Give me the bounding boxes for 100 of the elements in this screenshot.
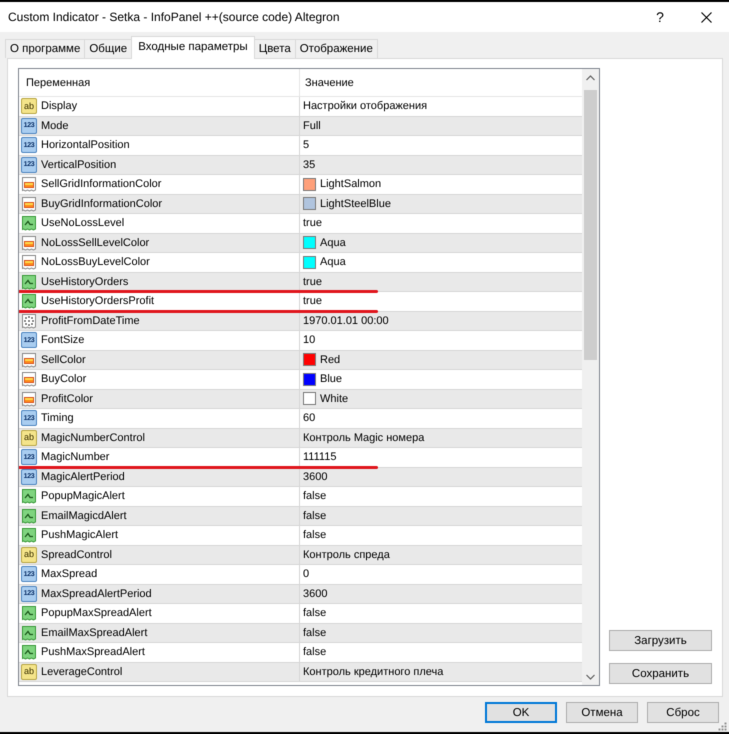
help-button[interactable]: ? (637, 2, 683, 32)
parameter-value: true (303, 276, 322, 288)
table-row[interactable]: PushMaxSpreadAlert false (19, 643, 582, 662)
parameter-name: NoLossSellLevelColor (41, 236, 150, 249)
ab-tile-icon: ab (21, 430, 37, 446)
table-row[interactable]: ab LeverageControl Контроль кредитного плеча (19, 662, 582, 682)
color-bar-icon (21, 176, 37, 192)
parameter-value: false (303, 490, 326, 502)
color-bar-icon (21, 254, 37, 270)
parameter-name: FontSize (41, 334, 84, 346)
parameter-value: Full (303, 120, 321, 132)
parameter-value: 1970.01.01 00:00 (303, 314, 389, 327)
table-row[interactable]: PopupMaxSpreadAlert false (19, 604, 582, 624)
parameter-name: MagicNumber (41, 451, 110, 464)
parameter-value: Контроль спреда (303, 548, 390, 561)
parameter-name: UseHistoryOrders (41, 276, 128, 288)
dialog-button[interactable]: Отмена (566, 702, 638, 723)
color-bar-icon (21, 390, 37, 407)
parameter-name: Timing (41, 412, 74, 424)
parameter-value: false (303, 529, 326, 542)
color-bar-icon (21, 352, 37, 368)
zigzag-tile-icon (21, 293, 37, 310)
parameter-name: PushMaxSpreadAlert (41, 646, 145, 658)
color-bar-icon (21, 371, 37, 388)
parameter-name: EmailMagicdAlert (41, 510, 127, 522)
parameter-value: Контроль Magic номера (303, 432, 424, 444)
table-row[interactable]: NoLossSellLevelColor Aqua (19, 234, 582, 253)
table-row[interactable]: NoLossBuyLevelColor Aqua (19, 253, 582, 272)
color-bar-icon (21, 234, 37, 251)
zigzag-tile-icon (21, 624, 37, 641)
dialog-button[interactable]: OK (485, 702, 557, 723)
parameter-name: BuyColor (41, 373, 86, 386)
table-row[interactable]: ab SpreadControl Контроль спреда (19, 546, 582, 565)
tab[interactable]: Отображение (294, 39, 378, 58)
parameter-name: SellGridInformationColor (41, 178, 162, 190)
parameter-name: NoLossBuyLevelColor (41, 256, 150, 268)
table-row[interactable]: UseNoLossLevel true (19, 214, 582, 234)
parameter-value: 0 (303, 568, 310, 580)
zigzag-tile-icon (21, 215, 37, 232)
parameter-value: false (303, 607, 326, 620)
scrollbar-thumb[interactable] (584, 90, 597, 360)
chevron-down-icon (586, 674, 595, 680)
table-row[interactable]: UseHistoryOrdersProfit true (19, 292, 582, 312)
parameter-value: Aqua (320, 236, 346, 249)
zigzag-tile-icon (21, 527, 37, 544)
table-row[interactable]: SellGridInformationColor LightSalmon (19, 175, 582, 194)
window-title: Custom Indicator - Setka - InfoPanel ++(source code) Altegron (7, 10, 341, 24)
parameter-value: 35 (303, 158, 316, 171)
parameter-value: false (303, 510, 326, 522)
table-row[interactable]: EmailMagicdAlert false (19, 506, 582, 526)
ab-tile-icon: ab (21, 664, 37, 680)
parameter-name: PushMagicAlert (41, 529, 118, 542)
parameter-value: false (303, 626, 326, 639)
table-row[interactable]: ab Display Настройки отображения (19, 97, 582, 116)
parameter-value: Red (320, 354, 340, 366)
parameter-name: BuyGridInformationColor (41, 198, 162, 210)
parameter-name: UseNoLossLevel (41, 217, 124, 230)
tab[interactable]: О программе (5, 39, 86, 58)
column-header[interactable]: Переменная (19, 69, 300, 96)
table-row[interactable]: UseHistoryOrders true (19, 272, 582, 292)
parameter-name: ProfitColor (41, 392, 93, 405)
parameter-value: true (303, 295, 322, 308)
parameter-name: SellColor (41, 354, 86, 366)
side-button[interactable]: Сохранить (609, 663, 712, 684)
table-row[interactable]: ab MagicNumberControl Контроль Magic номера (19, 428, 582, 448)
parameter-value: true (303, 217, 322, 230)
table-row[interactable]: ProfitFromDateTime 1970.01.01 00:00 (19, 312, 582, 331)
color-bar-icon (21, 196, 37, 212)
parameter-value: 3600 (303, 470, 328, 483)
column-header[interactable]: Значение (300, 69, 354, 96)
ab-tile-icon: ab (21, 546, 37, 563)
tab[interactable]: Входные параметры (131, 36, 255, 59)
parameter-value: White (320, 392, 348, 405)
side-button[interactable]: Загрузить (609, 630, 712, 651)
table-row[interactable]: BuyColor Blue (19, 370, 582, 390)
zigzag-tile-icon (21, 508, 37, 524)
parameter-value: 3600 (303, 588, 328, 600)
dialog-button[interactable]: Сброс (647, 702, 719, 723)
parameter-name: Mode (41, 120, 69, 132)
parameter-value: Настройки отображения (303, 100, 428, 112)
parameter-value: false (303, 646, 326, 658)
dotted-grid-icon (21, 312, 37, 329)
parameter-value: 5 (303, 139, 310, 152)
parameter-name: VerticalPosition (41, 158, 116, 171)
parameter-value: LightSalmon (320, 178, 382, 190)
parameter-name: ProfitFromDateTime (41, 314, 140, 327)
ab-tile-icon: ab (21, 98, 37, 114)
table-row[interactable]: EmailMaxSpreadAlert false (19, 624, 582, 643)
table-row[interactable]: PushMagicAlert false (19, 526, 582, 546)
parameter-value: 60 (303, 412, 316, 424)
table-row[interactable]: ProfitColor White (19, 390, 582, 409)
table-row[interactable]: PopupMagicAlert false (19, 487, 582, 506)
table-row[interactable]: BuyGridInformationColor LightSteelBlue (19, 194, 582, 214)
parameter-name: EmailMaxSpreadAlert (41, 626, 148, 639)
resize-grip-icon[interactable] (718, 722, 727, 731)
table-row[interactable]: SellColor Red (19, 350, 582, 370)
zigzag-tile-icon (21, 644, 37, 660)
parameter-value: Контроль кредитного плеча (303, 666, 444, 678)
close-icon (700, 12, 712, 22)
parameter-value: 10 (303, 334, 316, 346)
